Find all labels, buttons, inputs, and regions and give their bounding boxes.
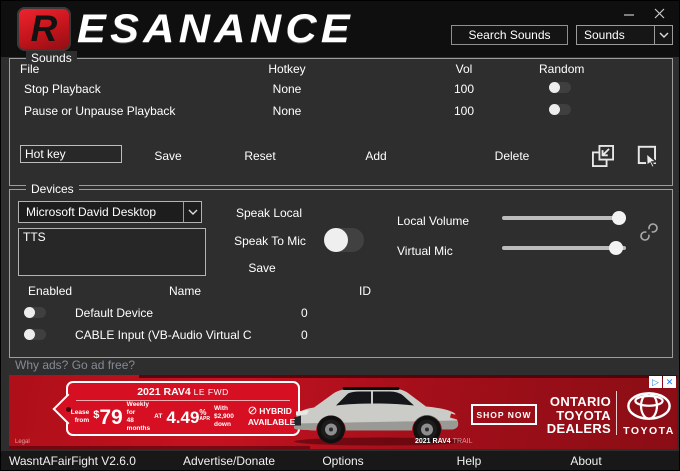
options-button[interactable]: Options: [322, 454, 363, 468]
delete-button[interactable]: Delete: [495, 149, 530, 163]
dealer-text: ONTARIO TOYOTA DEALERS: [525, 395, 611, 436]
pop-out-button[interactable]: [590, 143, 616, 169]
save-button[interactable]: Save: [154, 149, 181, 163]
logo-r-icon: R: [17, 7, 71, 51]
apr-rate: 4.49 % APR: [166, 409, 210, 426]
toyota-logo: TOYOTA: [621, 391, 677, 437]
minimize-button[interactable]: [617, 3, 641, 23]
device-enabled-toggle[interactable]: [24, 329, 46, 340]
adchoices-icon[interactable]: ▷: [649, 376, 662, 388]
lease-terms: Weekly for48 months: [127, 401, 150, 432]
sounds-category-select[interactable]: Sounds: [576, 25, 673, 45]
save-devices-button[interactable]: Save: [248, 261, 275, 275]
ad-trim: LE FWD: [194, 387, 229, 397]
unlink-icon: [639, 222, 659, 242]
random-toggle[interactable]: [549, 104, 571, 115]
ad-price-tag: 2021 RAV4 LE FWD Leasefrom $79 Weekly fo…: [66, 381, 300, 436]
virtual-mic-slider[interactable]: [502, 241, 626, 255]
ad-banner[interactable]: 2021 RAV4 LE FWD Leasefrom $79 Weekly fo…: [9, 375, 677, 449]
speak-to-mic-label: Speak To Mic: [234, 234, 306, 248]
column-header-file: File: [20, 62, 39, 76]
logo-wordmark: ESANANCE: [77, 5, 354, 53]
lease-label: Leasefrom: [71, 409, 89, 425]
select-sound-button[interactable]: [635, 143, 661, 169]
devices-group: Devices Microsoft David Desktop TTS Spea…: [9, 189, 673, 358]
chevron-down-icon: [183, 202, 201, 222]
search-sounds-input[interactable]: [451, 25, 568, 45]
sound-row-file[interactable]: Pause or Unpause Playback: [24, 104, 175, 118]
ad-model: 2021 RAV4: [137, 386, 191, 398]
column-header-name: Name: [169, 284, 201, 298]
pop-out-icon: [590, 143, 616, 169]
slider-thumb[interactable]: [609, 241, 623, 255]
ad-legal-link[interactable]: Legal: [15, 439, 30, 445]
go-ad-free-link[interactable]: Why ads? Go ad free?: [15, 358, 135, 372]
unlink-volumes-button[interactable]: [639, 222, 659, 245]
devices-group-title: Devices: [26, 182, 79, 196]
version-label: WasntAFairFight V2.6.0: [9, 454, 136, 468]
column-header-id: ID: [359, 284, 371, 298]
add-button[interactable]: Add: [365, 149, 386, 163]
sound-row-hotkey[interactable]: None: [273, 82, 302, 96]
hybrid-badge: HYBRIDAVAILABLE: [248, 406, 295, 427]
slider-track: [502, 216, 626, 220]
slider-thumb[interactable]: [612, 211, 626, 225]
sounds-category-value: Sounds: [577, 28, 654, 42]
column-header-vol: Vol: [456, 62, 473, 76]
virtual-mic-label: Virtual Mic: [397, 244, 453, 258]
sound-row-volume[interactable]: 100: [454, 104, 474, 118]
ad-caption: 2021 RAV4TRAIL: [415, 438, 473, 445]
sound-row-hotkey[interactable]: None: [273, 104, 302, 118]
local-volume-slider[interactable]: [502, 211, 626, 225]
ad-close-icon[interactable]: ✕: [663, 376, 676, 388]
minimize-icon: [623, 7, 635, 19]
title-bar: R ESANANCE Sounds: [1, 1, 680, 57]
device-name[interactable]: Default Device: [75, 306, 153, 320]
toyota-emblem-icon: [625, 391, 673, 421]
help-button[interactable]: Help: [457, 454, 482, 468]
local-volume-label: Local Volume: [397, 214, 469, 228]
ad-offer-row: Leasefrom $79 Weekly for48 months AT 4.4…: [76, 400, 290, 433]
slider-track: [502, 246, 626, 250]
lease-price: $79: [93, 407, 122, 428]
status-bar: WasntAFairFight V2.6.0 Advertise/Donate …: [1, 451, 680, 471]
down-payment: With$2,900 down: [214, 405, 234, 428]
hybrid-icon: [248, 406, 257, 415]
tts-text-input[interactable]: TTS: [18, 228, 206, 276]
cursor-select-icon: [635, 143, 661, 169]
sounds-group: Sounds File Hotkey Vol Random Stop Playb…: [9, 58, 673, 186]
ad-model-title: 2021 RAV4 LE FWD: [68, 386, 298, 398]
column-header-hotkey: Hotkey: [268, 62, 305, 76]
at-label: AT: [154, 413, 162, 421]
speak-to-mic-toggle[interactable]: [324, 228, 364, 252]
about-button[interactable]: About: [570, 454, 601, 468]
speak-local-button[interactable]: Speak Local: [236, 206, 302, 220]
random-toggle[interactable]: [549, 82, 571, 93]
resanance-window: R ESANANCE Sounds Sounds File Hotkey Vol…: [0, 0, 680, 471]
toyota-wordmark: TOYOTA: [621, 425, 677, 437]
sound-row-volume[interactable]: 100: [454, 82, 474, 96]
chevron-down-icon: [654, 26, 672, 44]
advertise-donate-button[interactable]: Advertise/Donate: [183, 454, 275, 468]
tts-voice-value: Microsoft David Desktop: [19, 205, 183, 219]
device-enabled-toggle[interactable]: [24, 307, 46, 318]
close-icon: [653, 7, 666, 20]
resanance-logo: R ESANANCE: [17, 5, 333, 53]
ad-divider: [616, 391, 617, 435]
close-button[interactable]: [647, 3, 671, 23]
reset-button[interactable]: Reset: [244, 149, 275, 163]
device-name[interactable]: CABLE Input (VB-Audio Virtual C: [75, 328, 252, 342]
column-header-enabled: Enabled: [28, 284, 72, 298]
column-header-random: Random: [539, 62, 584, 76]
sound-row-file[interactable]: Stop Playback: [24, 82, 101, 96]
tts-voice-select[interactable]: Microsoft David Desktop: [18, 201, 202, 223]
hotkey-input[interactable]: [20, 145, 122, 163]
device-id: 0: [301, 306, 308, 320]
device-id: 0: [301, 328, 308, 342]
